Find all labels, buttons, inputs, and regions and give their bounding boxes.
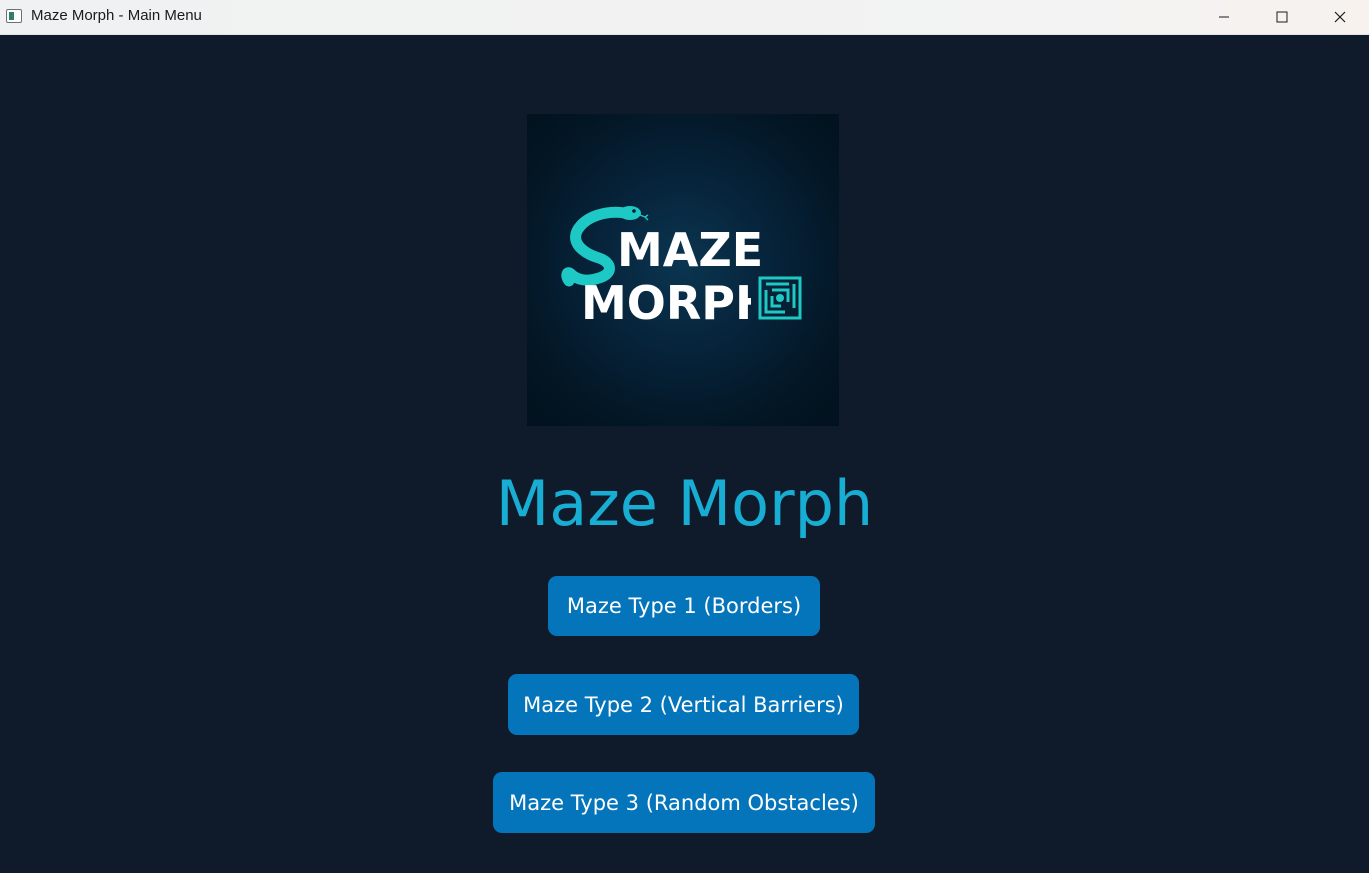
minimize-icon <box>1219 16 1229 17</box>
close-button[interactable] <box>1311 0 1369 33</box>
maximize-icon <box>1276 11 1288 22</box>
logo-text-line2: MORPH <box>581 276 774 330</box>
maze-type-3-button[interactable]: Maze Type 3 (Random Obstacles) <box>493 772 875 833</box>
close-icon <box>1334 11 1346 22</box>
maze-icon <box>758 276 802 320</box>
maximize-button[interactable] <box>1253 0 1311 33</box>
minimize-button[interactable] <box>1195 0 1253 33</box>
window-title: Maze Morph - Main Menu <box>31 7 202 24</box>
logo-text-line1: MAZE <box>617 223 763 277</box>
logo-image: MAZE MORPH <box>527 114 839 426</box>
app-window: Maze Morph - Main Menu MAZE MORPH Maze M… <box>0 0 1369 873</box>
app-title: Maze Morph <box>495 467 874 540</box>
maze-type-2-button[interactable]: Maze Type 2 (Vertical Barriers) <box>508 674 859 735</box>
app-window-icon <box>6 9 22 23</box>
maze-type-1-button[interactable]: Maze Type 1 (Borders) <box>548 576 820 636</box>
title-bar[interactable]: Maze Morph - Main Menu <box>0 0 1369 35</box>
